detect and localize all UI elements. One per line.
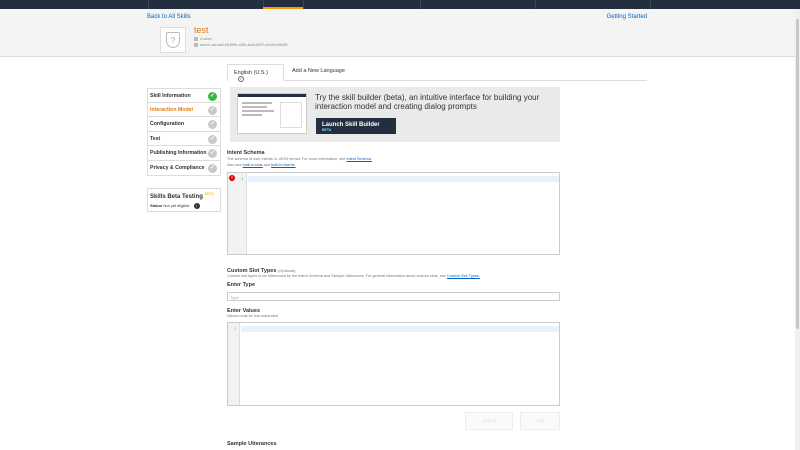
sidebar-item-test[interactable]: Test ✓ bbox=[147, 131, 221, 147]
skill-icon: ? bbox=[160, 27, 186, 53]
checkmark-icon: ✓ bbox=[208, 134, 217, 144]
slot-values-editor[interactable]: 1 bbox=[227, 322, 560, 406]
checkmark-icon: ✓ bbox=[208, 105, 217, 115]
sidebar-item-interaction-model[interactable]: Interaction Model ✓ bbox=[147, 102, 221, 118]
intent-schema-link[interactable]: Intent Schema. bbox=[346, 157, 372, 161]
getting-started-link[interactable]: Getting Started bbox=[607, 14, 647, 20]
skill-type: Custom bbox=[200, 37, 213, 41]
launch-skill-builder-button[interactable]: Launch Skill Builder BETA bbox=[316, 118, 396, 134]
beta-badge: BETA bbox=[322, 128, 332, 132]
sidebar-item-privacy-compliance[interactable]: Privacy & Compliance ✓ bbox=[147, 160, 221, 176]
nav-divider bbox=[420, 0, 421, 9]
sidebar-item-label: Privacy & Compliance bbox=[150, 164, 205, 171]
line-number: 1 bbox=[241, 176, 244, 181]
sample-utterances-title: Sample Utterances bbox=[227, 441, 277, 447]
beta-badge: BETA bbox=[204, 192, 214, 196]
sidebar-item-label: Skill Information bbox=[150, 93, 191, 99]
id-icon bbox=[194, 43, 198, 48]
intent-schema-desc: The schema of user intents in JSON forma… bbox=[227, 156, 372, 168]
sidebar-item-label: Configuration bbox=[150, 121, 184, 128]
tab-english-us[interactable]: English (U.S.)✓ bbox=[227, 64, 284, 82]
add-slot-button[interactable]: Add bbox=[520, 412, 560, 430]
skill-builder-preview-image bbox=[237, 93, 307, 134]
custom-slot-types-desc: Custom slot types to be referenced by th… bbox=[227, 273, 480, 279]
back-to-skills-link[interactable]: Back to All Skills bbox=[147, 14, 191, 20]
beta-status: Status Not yet eligible i bbox=[150, 203, 218, 209]
check-circle-icon: ✓ bbox=[238, 76, 244, 82]
custom-slot-types-link[interactable]: Custom Slot Types. bbox=[447, 274, 480, 278]
skill-name: test bbox=[194, 25, 209, 35]
slot-type-input[interactable]: Type bbox=[227, 292, 560, 301]
nav-divider bbox=[650, 0, 651, 9]
desc-text: The schema of user intents in JSON forma… bbox=[227, 157, 346, 161]
checkmark-icon: ✓ bbox=[208, 149, 217, 159]
add-language-link[interactable]: Add a New Language bbox=[292, 68, 345, 74]
pencil-icon bbox=[194, 37, 198, 42]
desc-text: and bbox=[263, 163, 271, 167]
checkmark-icon: ✓ bbox=[208, 120, 217, 130]
built-in-slots-link[interactable]: built-in slots bbox=[243, 163, 263, 167]
line-gutter bbox=[228, 173, 247, 254]
promo-text: Try the skill builder (beta), an intuiti… bbox=[315, 93, 540, 111]
top-nav-bar bbox=[0, 0, 800, 9]
beta-testing-panel: Skills Beta Testing BETA Status Not yet … bbox=[147, 188, 221, 212]
skill-meta: Custom amzn1.ask.skill.fd1f9f5e-a09b-4ba… bbox=[194, 36, 288, 48]
beta-testing-title: Skills Beta Testing BETA bbox=[150, 192, 218, 200]
beta-status-label: Status bbox=[150, 203, 163, 209]
current-line-highlight bbox=[248, 176, 559, 182]
page-scrollbar[interactable] bbox=[795, 9, 800, 450]
current-line-highlight bbox=[241, 326, 559, 332]
nav-divider bbox=[148, 0, 149, 9]
sidebar-nav: Skill Information ✓ Interaction Model ✓ … bbox=[147, 88, 221, 176]
desc-text: Custom slot types to be referenced by th… bbox=[227, 274, 446, 278]
nav-divider bbox=[535, 0, 536, 9]
sidebar-item-configuration[interactable]: Configuration ✓ bbox=[147, 117, 221, 132]
line-number: 1 bbox=[234, 326, 237, 331]
language-tabs: English (U.S.)✓ Add a New Language bbox=[227, 64, 647, 82]
enter-type-label: Enter Type bbox=[227, 282, 256, 288]
sidebar-item-skill-information[interactable]: Skill Information ✓ bbox=[147, 88, 221, 103]
sidebar-item-label: Interaction Model bbox=[150, 106, 193, 113]
skill-id: amzn1.ask.skill.fd1f9f5e-a09b-4ba3-8997-… bbox=[200, 43, 288, 47]
checkmark-icon: ✓ bbox=[208, 92, 217, 101]
error-icon: × bbox=[229, 175, 235, 181]
sidebar-item-publishing-information[interactable]: Publishing Information ✓ bbox=[147, 146, 221, 161]
skill-builder-promo: Try the skill builder (beta), an intuiti… bbox=[230, 87, 560, 142]
cancel-button[interactable]: Cancel bbox=[465, 412, 513, 430]
skill-header: Back to All Skills Getting Started ? tes… bbox=[0, 9, 800, 57]
desc-text: Also see bbox=[227, 163, 242, 167]
line-gutter bbox=[228, 323, 240, 405]
enter-values-desc: Values must be line-separated bbox=[227, 314, 279, 318]
checkmark-icon: ✓ bbox=[208, 163, 217, 173]
sidebar-item-label: Publishing Information bbox=[150, 150, 207, 157]
info-icon[interactable]: i bbox=[193, 203, 200, 209]
beta-status-value: Not yet eligible bbox=[163, 203, 190, 209]
intent-schema-editor[interactable]: × 1 bbox=[227, 172, 560, 255]
beta-title-text: Skills Beta Testing bbox=[150, 194, 203, 200]
nav-divider bbox=[303, 0, 304, 9]
built-in-intents-link[interactable]: built-in intents. bbox=[271, 163, 295, 167]
scrollbar-thumb[interactable] bbox=[796, 19, 799, 329]
sidebar-item-label: Test bbox=[150, 135, 161, 142]
shield-icon: ? bbox=[166, 32, 180, 48]
